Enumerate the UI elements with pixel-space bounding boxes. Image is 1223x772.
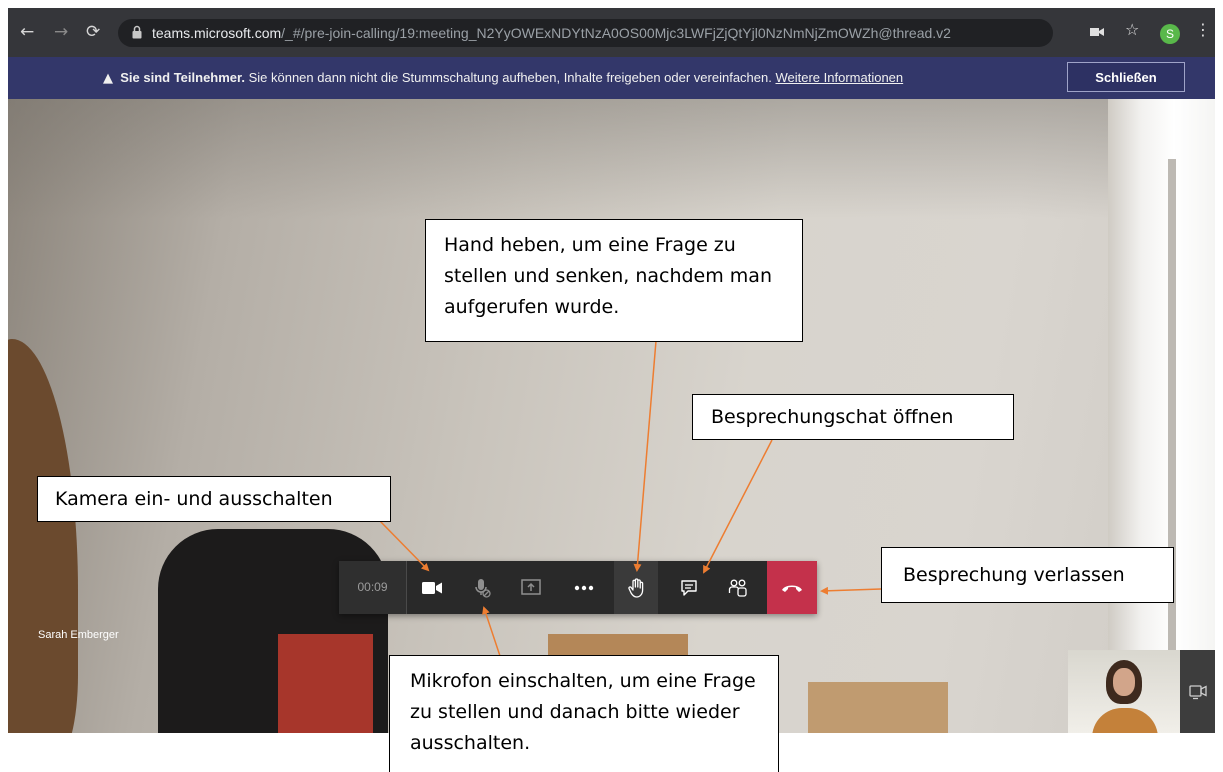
camera-switch-icon <box>1188 684 1207 699</box>
more-options-button[interactable] <box>562 561 606 614</box>
video-stage: Sarah Emberger <box>8 99 1215 733</box>
participant-hair <box>8 339 78 733</box>
microphone-muted-icon <box>475 578 491 598</box>
participants-button[interactable] <box>716 561 760 614</box>
microphone-callout: Mikrofon einschalten, um eine Frage zu s… <box>389 655 779 772</box>
raise-hand-button[interactable] <box>614 561 658 614</box>
self-camera-toggle[interactable] <box>1180 650 1215 733</box>
share-screen-button[interactable] <box>509 561 553 614</box>
browser-toolbar: ← → ⟳ teams.microsoft.com/_#/pre-join-ca… <box>8 8 1215 57</box>
screenshot-stage: ← → ⟳ teams.microsoft.com/_#/pre-join-ca… <box>0 0 1223 772</box>
call-timer: 00:09 <box>339 561 406 614</box>
more-info-link[interactable]: Weitere Informationen <box>775 70 903 85</box>
camera-icon[interactable] <box>1090 27 1104 37</box>
self-shirt <box>1092 708 1158 733</box>
forward-arrow-icon[interactable]: → <box>54 21 68 43</box>
menu-dots-icon[interactable]: ⋮ <box>1195 20 1211 39</box>
star-icon[interactable]: ☆ <box>1125 20 1139 39</box>
hang-up-button[interactable] <box>767 561 817 614</box>
chat-callout: Besprechungschat öffnen <box>692 394 1014 440</box>
call-controls-bar: 00:09 <box>339 561 817 614</box>
self-face <box>1113 668 1135 696</box>
camera-toggle-button[interactable] <box>410 561 454 614</box>
camera-callout: Kamera ein- und ausschalten <box>37 476 391 522</box>
participants-icon <box>728 579 747 597</box>
warning-icon: ▲ <box>103 71 113 86</box>
ceiling-shadow <box>8 99 1215 219</box>
self-video-preview[interactable] <box>1068 650 1180 733</box>
notice-text: Sie können dann nicht die Stummschaltung… <box>244 70 772 85</box>
hang-up-icon <box>782 585 802 592</box>
more-options-icon <box>574 585 594 590</box>
chat-icon <box>681 579 697 596</box>
microphone-toggle-button[interactable] <box>460 561 504 614</box>
red-object-background <box>278 634 373 733</box>
profile-avatar[interactable]: S <box>1160 24 1180 44</box>
address-bar[interactable]: teams.microsoft.com/_#/pre-join-calling/… <box>118 19 1053 47</box>
reload-icon[interactable]: ⟳ <box>86 21 100 43</box>
participant-name-label: Sarah Emberger <box>38 629 119 641</box>
chat-button[interactable] <box>667 561 711 614</box>
notice-bold-text: Sie sind Teilnehmer. <box>120 70 245 85</box>
raise-hand-callout: Hand heben, um eine Frage zu stellen und… <box>425 219 803 342</box>
back-arrow-icon[interactable]: ← <box>20 21 34 43</box>
attendee-notice-bar: ▲ Sie sind Teilnehmer. Sie können dann n… <box>8 57 1215 99</box>
close-button[interactable]: Schließen <box>1067 62 1185 92</box>
controls-divider <box>406 561 407 614</box>
leave-meeting-callout: Besprechung verlassen <box>881 547 1174 603</box>
camera-icon <box>422 581 442 594</box>
window-background <box>1108 99 1215 733</box>
cardboard-box-background <box>808 682 948 733</box>
share-screen-icon <box>521 578 541 595</box>
lock-icon <box>132 25 142 39</box>
url-text: teams.microsoft.com/_#/pre-join-calling/… <box>152 25 951 41</box>
raise-hand-icon <box>628 577 644 598</box>
window-frame-bar <box>1168 159 1176 733</box>
notice-message: ▲ Sie sind Teilnehmer. Sie können dann n… <box>103 70 903 86</box>
